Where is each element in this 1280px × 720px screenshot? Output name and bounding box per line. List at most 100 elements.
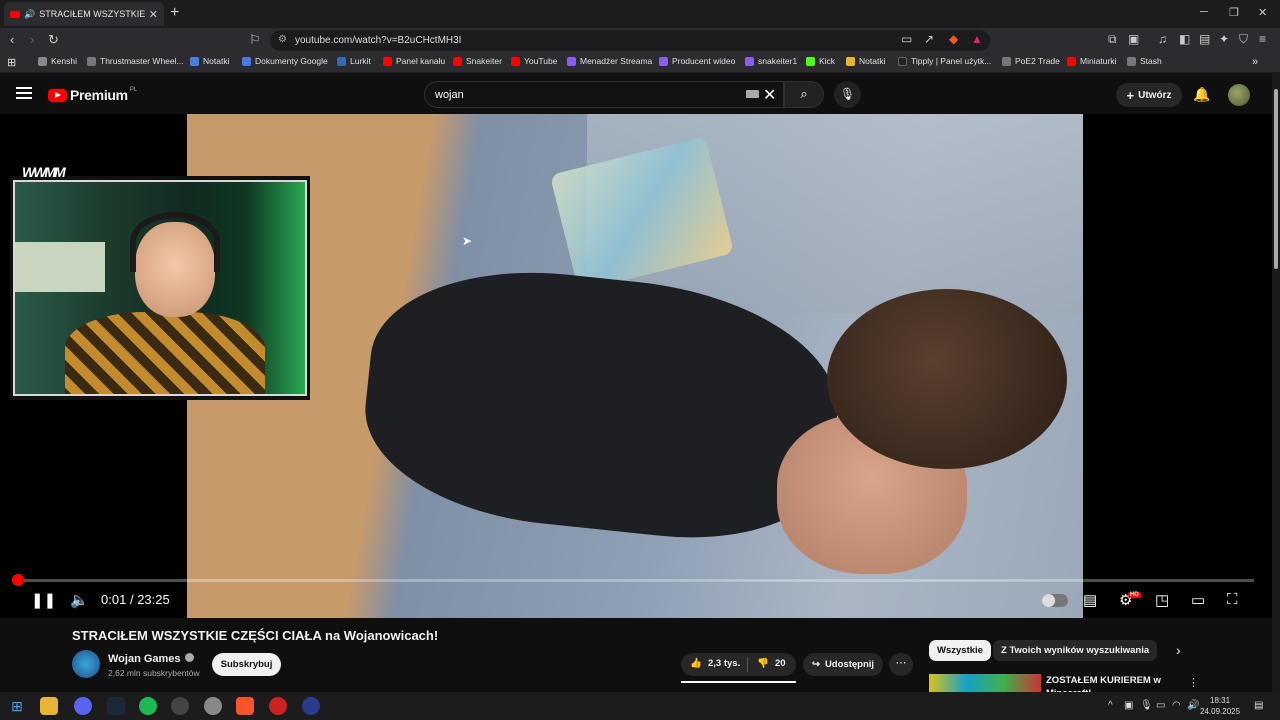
more-bookmarks-icon[interactable]: »: [1252, 56, 1258, 68]
bookmark-item[interactable]: Kick: [806, 56, 835, 66]
autoplay-toggle[interactable]: [1042, 594, 1068, 607]
file-explorer-icon[interactable]: [40, 697, 58, 715]
subscribe-button[interactable]: Subskrybuj: [212, 653, 281, 676]
bookmark-item[interactable]: YouTube: [511, 56, 557, 66]
speaker-icon[interactable]: 🔊: [24, 9, 35, 20]
reader-icon[interactable]: ▣: [1128, 32, 1139, 46]
fullscreen-icon[interactable]: ⛶: [1227, 591, 1238, 608]
bookmark-item[interactable]: Menadżer Streama: [567, 56, 652, 66]
video-frame[interactable]: [187, 114, 1083, 618]
bookmark-item[interactable]: Stash: [1127, 56, 1162, 66]
like-count[interactable]: 2,3 tys.: [708, 658, 740, 669]
app-blue-icon[interactable]: [302, 697, 320, 715]
recommended-more-icon[interactable]: ⋮: [1188, 676, 1199, 689]
notifications-icon[interactable]: ▤: [1254, 700, 1263, 711]
bookmark-item[interactable]: snakeiter1: [745, 56, 797, 66]
chevron-right-icon[interactable]: ›: [1176, 642, 1181, 658]
bookmark-item[interactable]: Thrustmaster Wheel...: [87, 56, 184, 66]
thumbs-down-icon[interactable]: 👎: [757, 658, 769, 669]
vpn-icon[interactable]: ⛉: [1239, 32, 1248, 47]
bookmark-item[interactable]: Notatki: [846, 56, 885, 66]
brave-browser-icon[interactable]: [236, 697, 254, 715]
share-page-icon[interactable]: ↗: [924, 32, 934, 46]
channel-avatar[interactable]: [72, 650, 100, 678]
app-icon[interactable]: [204, 697, 222, 715]
scrollbar-thumb[interactable]: [1274, 89, 1278, 269]
bookmark-item[interactable]: Snakeiter: [453, 56, 502, 66]
bookmark-item[interactable]: Miniaturki: [1067, 56, 1116, 66]
bookmark-item[interactable]: Kenshi: [38, 56, 77, 66]
extensions-icon[interactable]: ⧉: [1108, 32, 1117, 47]
system-clock[interactable]: 18:31 24.09.2025: [1200, 695, 1240, 717]
bookmark-item[interactable]: Notatki: [190, 56, 229, 66]
volume-icon[interactable]: 🔈: [70, 591, 89, 609]
search-button[interactable]: ⌕: [784, 81, 824, 108]
keyboard-icon[interactable]: [746, 90, 759, 98]
bookmark-item[interactable]: Producent wideo: [659, 56, 735, 66]
browser-tab[interactable]: 🔊 STRACIŁEM WSZYSTKIE CZĘŚ ✕: [4, 2, 164, 26]
close-tab-icon[interactable]: ✕: [149, 8, 158, 21]
menu-icon[interactable]: ≡: [1259, 32, 1266, 46]
sidebar-icon[interactable]: ◧: [1179, 32, 1190, 46]
chip-all[interactable]: Wszystkie: [929, 640, 991, 661]
tray-app-icon[interactable]: ▣: [1124, 700, 1133, 711]
tray-wifi-icon[interactable]: ◠: [1172, 700, 1181, 711]
reload-icon[interactable]: ↻: [48, 32, 59, 48]
restore-icon[interactable]: ❐: [1229, 6, 1239, 19]
page-scrollbar[interactable]: [1272, 73, 1280, 692]
video-player[interactable]: WWMM ➤ ❚❚ 🔈 0:01 / 23:25 ▤ ⚙ HD ◳ ▭ ⛶: [0, 114, 1272, 618]
scrubber-handle[interactable]: [12, 574, 24, 586]
like-ratio-bar: [681, 681, 796, 683]
discord-icon[interactable]: [74, 697, 92, 715]
bookmark-item[interactable]: Panel kanału: [383, 56, 445, 66]
avatar[interactable]: [1228, 84, 1250, 106]
tray-mic-icon[interactable]: 🎙: [1140, 700, 1153, 711]
back-icon[interactable]: ‹: [10, 32, 14, 47]
address-bar[interactable]: ⚙ youtube.com/watch?v=B2uCHctMH3I: [270, 30, 990, 51]
progress-bar[interactable]: [12, 574, 1254, 586]
bookmark-item[interactable]: PoE2 Trade: [1002, 56, 1060, 66]
site-info-icon[interactable]: ⚙: [278, 34, 287, 45]
subtitles-icon[interactable]: ▤: [1083, 591, 1097, 609]
start-icon[interactable]: ⊞: [8, 697, 26, 715]
steam-icon[interactable]: [107, 697, 125, 715]
thumbs-up-icon[interactable]: 👍: [690, 658, 702, 669]
share-button[interactable]: ↪ Udostępnij: [803, 653, 883, 676]
forward-icon[interactable]: ›: [30, 32, 34, 47]
spotify-icon[interactable]: [139, 697, 157, 715]
dislike-count[interactable]: 20: [775, 658, 786, 669]
create-button[interactable]: + Utwórz: [1116, 83, 1182, 107]
obs-icon[interactable]: [171, 697, 189, 715]
new-tab-button[interactable]: +: [170, 4, 179, 22]
bookmark-icon[interactable]: ⚐: [249, 32, 261, 48]
more-actions-button[interactable]: ⋯: [889, 653, 913, 676]
media-icon[interactable]: ♫: [1158, 32, 1167, 46]
bookmark-item[interactable]: Tipply | Panel użytk...: [898, 56, 991, 66]
youtube-logo[interactable]: Premium PL: [48, 87, 137, 103]
tray-volume-icon[interactable]: 🔊: [1187, 700, 1199, 711]
brave-rewards-icon[interactable]: ▲: [971, 32, 983, 46]
tray-network-icon[interactable]: ▭: [1156, 700, 1165, 711]
recommended-thumbnail[interactable]: [929, 674, 1041, 692]
miniplayer-icon[interactable]: ◳: [1155, 591, 1169, 609]
clear-search-icon[interactable]: ✕: [763, 85, 776, 105]
app-red-icon[interactable]: [269, 697, 287, 715]
minimize-icon[interactable]: ─: [1200, 6, 1208, 18]
notifications-bell-icon[interactable]: 🔔: [1193, 86, 1210, 103]
brave-shield-icon[interactable]: ◆: [949, 32, 958, 46]
chip-from-search[interactable]: Z Twoich wyników wyszukiwania: [993, 640, 1158, 661]
theater-mode-icon[interactable]: ▭: [1191, 591, 1205, 609]
voice-search-button[interactable]: 🎙: [834, 81, 861, 108]
tray-chevron-icon[interactable]: ^: [1108, 700, 1113, 711]
leo-icon[interactable]: ✦: [1219, 32, 1229, 46]
cast-icon[interactable]: ▭: [901, 32, 912, 46]
channel-name[interactable]: Wojan Games: [108, 653, 194, 665]
bookmark-item[interactable]: Dokumenty Google: [242, 56, 328, 66]
search-input[interactable]: wojan: [424, 81, 784, 108]
window-close-icon[interactable]: ✕: [1258, 6, 1267, 19]
menu-hamburger-icon[interactable]: [16, 87, 32, 99]
apps-icon[interactable]: ⊞: [7, 56, 16, 69]
pause-icon[interactable]: ❚❚: [31, 591, 56, 609]
bookmark-item[interactable]: Lurkit: [337, 56, 371, 66]
wallet-icon[interactable]: ▤: [1199, 32, 1210, 46]
